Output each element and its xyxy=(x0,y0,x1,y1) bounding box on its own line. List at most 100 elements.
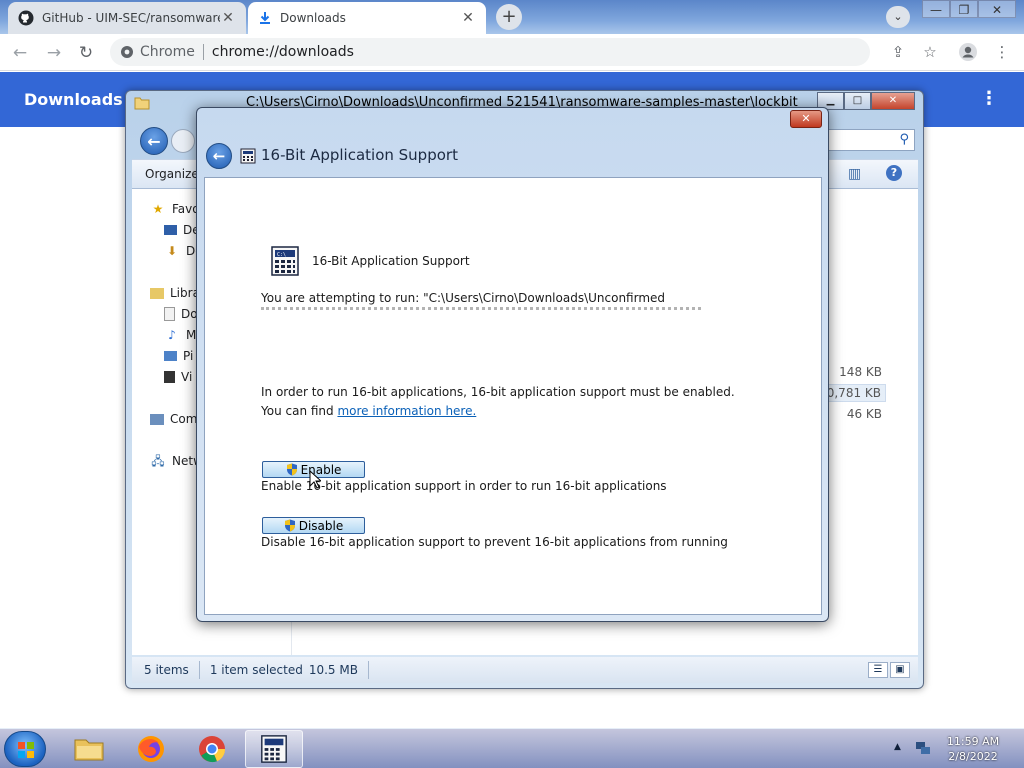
new-tab-button[interactable]: + xyxy=(496,4,522,30)
nav-music[interactable]: ♪ M xyxy=(164,325,196,345)
file-size: 148 KB xyxy=(839,365,882,379)
ntvdm-title-icon xyxy=(240,148,256,164)
tray-expand-icon[interactable]: ▲ xyxy=(894,742,901,752)
taskbar-chrome[interactable] xyxy=(183,730,241,768)
tab-close-icon[interactable]: ✕ xyxy=(460,10,476,26)
explorer-back-icon[interactable]: ← xyxy=(140,127,168,155)
computer-icon xyxy=(150,413,164,425)
dialog-content: C:\ 16-Bit Application Support You are a… xyxy=(204,177,822,615)
reload-icon[interactable]: ↻ xyxy=(74,41,98,65)
nav-label: Pi xyxy=(183,349,194,363)
uac-shield-icon xyxy=(284,519,295,532)
clock-time: 11:59 AM xyxy=(946,735,1000,748)
nav-network[interactable]: 🖧 Netw xyxy=(150,451,203,471)
github-icon xyxy=(18,10,34,26)
clock-date: 2/8/2022 xyxy=(948,750,998,763)
system-clock[interactable]: 11:59 AM 2/8/2022 xyxy=(940,734,1006,764)
nav-pictures[interactable]: Pi xyxy=(164,346,193,366)
taskbar: ▲ 11:59 AM 2/8/2022 xyxy=(0,728,1024,768)
tab-downloads[interactable]: Downloads ✕ xyxy=(248,2,486,34)
forward-arrow-icon[interactable]: → xyxy=(42,41,66,65)
star-icon: ★ xyxy=(152,202,164,216)
ntvdm-icon xyxy=(261,735,287,763)
nav-favorites[interactable]: ★ Favo xyxy=(150,199,200,219)
restore-button[interactable]: ❐ xyxy=(950,0,978,18)
more-info-prefix: You can find xyxy=(261,404,338,418)
dialog-back-icon[interactable]: ← xyxy=(206,143,232,169)
nav-computer[interactable]: Com xyxy=(150,409,197,429)
site-label: Chrome xyxy=(140,44,195,60)
tab-strip: GitHub - UIM-SEC/ransomware- ✕ Downloads… xyxy=(0,0,1024,34)
status-divider xyxy=(367,661,369,679)
explorer-status-bar: 5 items 1 item selected 10.5 MB ☰ ▣ xyxy=(132,657,918,683)
explorer-window-controls: ▁ □ ✕ xyxy=(817,92,915,110)
help-icon[interactable]: ? xyxy=(886,165,902,181)
downloads-menu-icon[interactable]: ⋮ xyxy=(980,88,998,109)
enable-description: Enable 16-bit application support in ord… xyxy=(261,479,667,493)
taskbar-ntvdm[interactable] xyxy=(245,730,303,768)
firefox-icon xyxy=(138,736,164,762)
tab-close-icon[interactable]: ✕ xyxy=(220,10,236,26)
music-icon: ♪ xyxy=(168,328,176,342)
window-close-button[interactable]: ✕ xyxy=(978,0,1016,18)
more-info-link[interactable]: more information here. xyxy=(337,404,476,418)
explorer-icon xyxy=(74,739,104,761)
bookmark-star-icon[interactable]: ☆ xyxy=(920,42,940,62)
details-view-icon[interactable]: ☰ xyxy=(868,662,888,678)
app-support-dialog: ✕ ← 16-Bit Application Support C:\ 16-Bi… xyxy=(196,107,829,622)
ntvdm-app-icon: C:\ xyxy=(271,246,299,276)
explorer-maximize-button[interactable]: □ xyxy=(844,92,871,110)
back-arrow-icon[interactable]: ← xyxy=(8,41,32,65)
app-name: 16-Bit Application Support xyxy=(312,254,470,268)
disable-button[interactable]: Disable xyxy=(262,517,365,534)
view-switcher: ☰ ▣ xyxy=(868,662,910,678)
file-size: 46 KB xyxy=(846,407,882,421)
explorer-close-button[interactable]: ✕ xyxy=(871,92,915,110)
network-tray-icon[interactable] xyxy=(914,739,932,757)
share-icon[interactable]: ⇪ xyxy=(888,42,908,62)
nav-videos[interactable]: Vi xyxy=(164,367,192,387)
taskbar-explorer[interactable] xyxy=(60,730,118,768)
nav-libraries[interactable]: Libra xyxy=(150,283,200,303)
libraries-icon xyxy=(150,287,164,299)
address-bar[interactable]: Chrome chrome://downloads xyxy=(110,38,870,66)
nav-desktop[interactable]: De xyxy=(164,220,200,240)
menu-kebab-icon[interactable]: ⋮ xyxy=(992,42,1012,62)
tab-search-chevron-icon[interactable]: ⌄ xyxy=(886,6,910,28)
desktop-icon xyxy=(164,225,177,235)
organize-menu[interactable]: Organize xyxy=(145,167,199,181)
status-divider xyxy=(198,661,200,679)
preview-pane-icon[interactable]: ▥ xyxy=(848,166,861,182)
dialog-title: 16-Bit Application Support xyxy=(261,146,458,164)
large-icons-view-icon[interactable]: ▣ xyxy=(890,662,910,678)
minimize-button[interactable]: — xyxy=(922,0,950,18)
nav-label: Com xyxy=(170,412,198,426)
nav-documents[interactable]: Do xyxy=(164,304,198,324)
tab-title: Downloads xyxy=(280,11,346,25)
taskbar-firefox[interactable] xyxy=(122,730,180,768)
mouse-cursor-icon xyxy=(309,470,321,489)
browser-toolbar: ← → ↻ Chrome chrome://downloads ⇪ ☆ ⋮ xyxy=(0,34,1024,71)
tab-github[interactable]: GitHub - UIM-SEC/ransomware- ✕ xyxy=(8,2,246,34)
profile-avatar-icon[interactable] xyxy=(958,42,978,62)
explorer-forward-icon[interactable] xyxy=(171,129,195,153)
download-icon xyxy=(260,12,270,24)
nav-label: Vi xyxy=(181,370,193,384)
videos-icon xyxy=(164,371,175,383)
windows-logo-icon xyxy=(18,742,34,758)
more-info-line: You can find more information here. xyxy=(261,404,476,418)
chrome-site-icon xyxy=(121,46,133,58)
uac-shield-icon xyxy=(286,463,297,476)
selection-size: 10.5 MB xyxy=(308,663,358,677)
disable-label: Disable xyxy=(298,518,344,533)
page-title: Downloads xyxy=(24,90,123,109)
truncated-path-line xyxy=(261,307,701,312)
enable-label: Enable xyxy=(300,462,342,477)
disable-description: Disable 16-bit application support to pr… xyxy=(261,535,728,549)
nav-label: M xyxy=(186,328,197,342)
start-button[interactable] xyxy=(4,731,46,767)
selection-count: 1 item selected xyxy=(209,663,303,677)
chrome-icon xyxy=(199,736,226,763)
tab-title: GitHub - UIM-SEC/ransomware- xyxy=(42,11,220,25)
dialog-close-button[interactable]: ✕ xyxy=(790,110,822,128)
